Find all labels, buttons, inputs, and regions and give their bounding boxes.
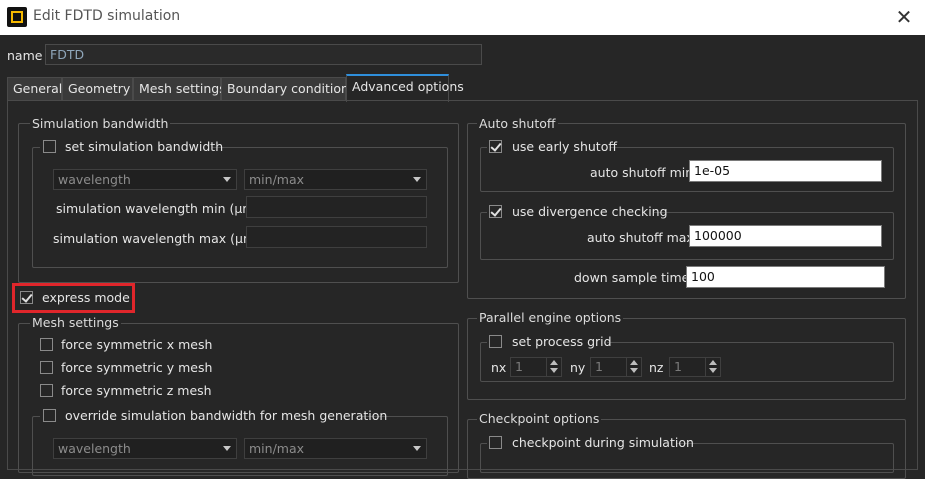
chevron-down-icon bbox=[413, 446, 421, 451]
wavelength-min-label: simulation wavelength min (μm) bbox=[56, 201, 260, 216]
mesh-bandwidth-range-value: min/max bbox=[249, 441, 305, 456]
chevron-down-icon bbox=[413, 177, 421, 182]
title-bar: Edit FDTD simulation ✕ bbox=[0, 0, 925, 35]
ny-spin-buttons[interactable] bbox=[626, 358, 641, 376]
down-sample-time-input[interactable]: 100 bbox=[686, 266, 885, 288]
bandwidth-type-value: wavelength bbox=[58, 172, 131, 187]
override-bandwidth-label: override simulation bandwidth for mesh g… bbox=[65, 408, 388, 423]
force-symmetric-x-checkbox[interactable] bbox=[40, 338, 53, 351]
mesh-bandwidth-range-select[interactable]: min/max bbox=[244, 438, 427, 459]
nz-label: nz bbox=[649, 360, 664, 375]
name-input[interactable]: FDTD bbox=[45, 44, 482, 65]
ny-spinbox[interactable]: 1 bbox=[590, 357, 642, 377]
wavelength-min-input[interactable] bbox=[246, 196, 427, 218]
app-logo-icon bbox=[7, 7, 27, 27]
name-label: name bbox=[7, 48, 43, 63]
wavelength-max-input[interactable] bbox=[246, 226, 427, 248]
nz-value: 1 bbox=[674, 359, 682, 374]
nx-label: nx bbox=[491, 360, 507, 375]
nx-spin-buttons[interactable] bbox=[546, 358, 561, 376]
use-divergence-checking-label: use divergence checking bbox=[512, 204, 668, 219]
override-bandwidth-checkbox[interactable] bbox=[43, 409, 56, 422]
force-symmetric-z-checkbox[interactable] bbox=[40, 384, 53, 397]
force-symmetric-x-label: force symmetric x mesh bbox=[61, 337, 213, 352]
simulation-bandwidth-title: Simulation bandwidth bbox=[30, 116, 171, 131]
wavelength-max-label: simulation wavelength max (μm) bbox=[53, 231, 261, 246]
tab-boundary-conditions[interactable]: Boundary conditions bbox=[221, 77, 355, 101]
mesh-bandwidth-type-value: wavelength bbox=[58, 441, 131, 456]
bandwidth-range-select[interactable]: min/max bbox=[244, 169, 427, 190]
spin-down-icon[interactable] bbox=[550, 368, 558, 373]
down-sample-time-label: down sample time bbox=[574, 270, 690, 285]
chevron-down-icon bbox=[223, 177, 231, 182]
set-simulation-bandwidth-checkbox[interactable] bbox=[43, 140, 56, 153]
express-mode-checkbox[interactable] bbox=[20, 291, 33, 304]
nz-spin-buttons[interactable] bbox=[705, 358, 720, 376]
auto-shutoff-max-input[interactable]: 100000 bbox=[689, 225, 882, 247]
nx-value: 1 bbox=[515, 359, 523, 374]
tab-advanced-options[interactable]: Advanced options bbox=[346, 74, 464, 102]
auto-shutoff-title: Auto shutoff bbox=[477, 116, 558, 131]
force-symmetric-y-checkbox[interactable] bbox=[40, 361, 53, 374]
set-process-grid-label: set process grid bbox=[512, 334, 612, 349]
spin-down-icon[interactable] bbox=[630, 368, 638, 373]
express-mode-label: express mode bbox=[42, 290, 130, 305]
mesh-settings-title: Mesh settings bbox=[30, 315, 121, 330]
window-title: Edit FDTD simulation bbox=[33, 8, 181, 24]
auto-shutoff-min-input[interactable]: 1e-05 bbox=[689, 160, 882, 182]
close-icon[interactable]: ✕ bbox=[891, 4, 917, 30]
parallel-engine-title: Parallel engine options bbox=[477, 310, 624, 325]
spin-up-icon[interactable] bbox=[550, 360, 558, 365]
use-early-shutoff-label: use early shutoff bbox=[512, 139, 617, 154]
tab-mesh-settings[interactable]: Mesh settings bbox=[133, 77, 226, 101]
bandwidth-type-select[interactable]: wavelength bbox=[53, 169, 237, 190]
ny-value: 1 bbox=[595, 359, 603, 374]
spin-up-icon[interactable] bbox=[630, 360, 638, 365]
mesh-bandwidth-type-select[interactable]: wavelength bbox=[53, 438, 237, 459]
chevron-down-icon bbox=[223, 446, 231, 451]
bandwidth-range-value: min/max bbox=[249, 172, 305, 187]
ny-label: ny bbox=[570, 360, 586, 375]
nz-spinbox[interactable]: 1 bbox=[669, 357, 721, 377]
spin-down-icon[interactable] bbox=[709, 368, 717, 373]
checkpoint-options-title: Checkpoint options bbox=[477, 411, 602, 426]
spin-up-icon[interactable] bbox=[709, 360, 717, 365]
checkpoint-during-simulation-label: checkpoint during simulation bbox=[512, 435, 694, 450]
use-early-shutoff-checkbox[interactable] bbox=[489, 140, 502, 153]
force-symmetric-y-label: force symmetric y mesh bbox=[61, 360, 213, 375]
auto-shutoff-max-label: auto shutoff max bbox=[587, 230, 694, 245]
tab-general[interactable]: General bbox=[7, 77, 62, 101]
auto-shutoff-min-label: auto shutoff min bbox=[590, 165, 694, 180]
nx-spinbox[interactable]: 1 bbox=[510, 357, 562, 377]
force-symmetric-z-label: force symmetric z mesh bbox=[61, 383, 212, 398]
tab-geometry[interactable]: Geometry bbox=[62, 77, 133, 101]
set-simulation-bandwidth-label: set simulation bandwidth bbox=[65, 139, 224, 154]
use-divergence-checking-checkbox[interactable] bbox=[489, 205, 502, 218]
set-process-grid-checkbox[interactable] bbox=[489, 335, 502, 348]
checkpoint-during-simulation-checkbox[interactable] bbox=[489, 436, 502, 449]
